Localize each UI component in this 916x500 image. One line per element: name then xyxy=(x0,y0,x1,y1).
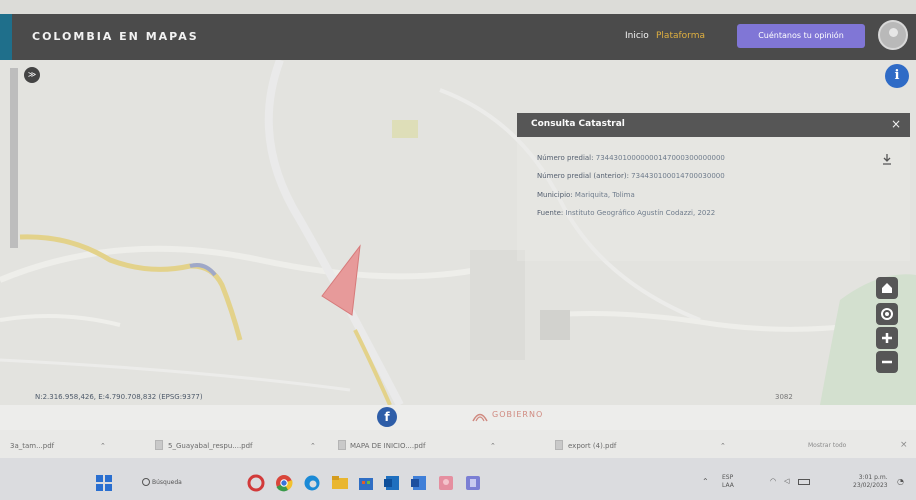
panel-title: Consulta Catastral xyxy=(531,119,625,129)
download-item-chevron[interactable]: ⌃ xyxy=(100,442,106,450)
notification-icon[interactable]: ◔ xyxy=(897,477,904,486)
screen: COLOMBIA EN MAPAS Inicio Plataforma Cuén… xyxy=(0,0,916,500)
panel-row-fuente: Fuente: Instituto Geográfico Agustín Cod… xyxy=(537,209,715,217)
tray-overflow-icon[interactable]: ⌃ xyxy=(702,477,709,486)
clock-date: 23/02/2023 xyxy=(853,482,888,489)
clock-time: 3:01 p.m. xyxy=(858,474,888,481)
brand-stripe xyxy=(0,14,12,60)
panel-row-numero-predial: Número predial: 734430100000001470003000… xyxy=(537,154,725,162)
app-header: COLOMBIA EN MAPAS Inicio Plataforma Cuén… xyxy=(0,14,916,60)
download-item[interactable]: export (4).pdf xyxy=(568,442,616,450)
row-label: Número predial: xyxy=(537,154,594,162)
system-clock[interactable]: 3:01 p.m. 23/02/2023 xyxy=(853,474,888,490)
locate-button[interactable] xyxy=(876,303,898,325)
home-icon xyxy=(882,283,892,293)
edge-icon[interactable] xyxy=(303,474,321,492)
pdf-file-icon xyxy=(155,440,163,450)
plus-icon xyxy=(882,333,892,343)
download-item-chevron[interactable]: ⌃ xyxy=(490,442,496,450)
windows-taskbar xyxy=(0,458,916,500)
download-item[interactable]: 3a_tam...pdf xyxy=(10,442,54,450)
site-footer xyxy=(0,405,916,430)
chrome-icon[interactable] xyxy=(275,474,293,492)
layers-toggle-button[interactable]: ≫ xyxy=(24,67,40,83)
row-value: 73443010000000147000300000000 xyxy=(595,154,725,162)
facebook-icon[interactable]: f xyxy=(377,407,397,427)
download-item-chevron[interactable]: ⌃ xyxy=(310,442,316,450)
lang-line-2: LAA xyxy=(722,482,734,489)
info-button[interactable]: i xyxy=(885,64,909,88)
download-item-chevron[interactable]: ⌃ xyxy=(720,442,726,450)
download-icon[interactable] xyxy=(881,153,893,165)
panel-row-numero-anterior: Número predial (anterior): 7344301000147… xyxy=(537,172,725,180)
file-explorer-icon[interactable] xyxy=(331,474,349,492)
search-icon[interactable] xyxy=(142,478,150,486)
government-logo-text: GOBIERNO xyxy=(492,410,544,419)
nav-plataforma-link[interactable]: Plataforma xyxy=(656,31,705,41)
lang-line-1: ESP xyxy=(722,474,734,481)
panel-header: Consulta Catastral × xyxy=(517,113,910,137)
user-avatar-icon[interactable] xyxy=(878,20,908,50)
cadastral-query-panel: Consulta Catastral × Número predial: 734… xyxy=(517,113,910,261)
battery-icon[interactable] xyxy=(798,479,810,485)
scale-readout: 3082 xyxy=(775,393,793,401)
outlook-icon[interactable] xyxy=(383,474,401,492)
row-value: 734430100014700030000 xyxy=(631,172,725,180)
row-value: Mariquita, Tolima xyxy=(574,191,635,199)
show-all-downloads-link[interactable]: Mostrar todo xyxy=(808,442,846,449)
download-item[interactable]: 5_Guayabal_respu....pdf xyxy=(168,442,253,450)
opera-icon[interactable] xyxy=(247,474,265,492)
photos-icon[interactable] xyxy=(437,474,455,492)
zoom-out-button[interactable] xyxy=(876,351,898,373)
row-label: Fuente: xyxy=(537,209,564,217)
panel-close-button[interactable]: × xyxy=(888,116,904,132)
downloads-close-button[interactable]: × xyxy=(900,440,908,450)
pdf-file-icon xyxy=(338,440,346,450)
brand-title[interactable]: COLOMBIA EN MAPAS xyxy=(32,30,199,43)
pdf-file-icon xyxy=(555,440,563,450)
wifi-icon[interactable]: ◠ xyxy=(770,477,776,485)
nav-inicio-link[interactable]: Inicio xyxy=(625,31,649,41)
coordinates-readout: N:2.316.958,426, E:4.790.708,832 (EPSG:9… xyxy=(35,393,203,401)
panel-row-municipio: Municipio: Mariquita, Tolima xyxy=(537,191,635,199)
locate-icon xyxy=(881,308,893,320)
volume-icon[interactable]: ◁ xyxy=(784,477,789,485)
home-button[interactable] xyxy=(876,277,898,299)
teams-icon[interactable] xyxy=(464,474,482,492)
minus-icon xyxy=(882,360,892,364)
government-logo-icon xyxy=(472,413,488,422)
download-item[interactable]: MAPA DE INICIO....pdf xyxy=(350,442,425,450)
left-scrollbar[interactable] xyxy=(10,68,18,248)
opinion-button[interactable]: Cuéntanos tu opinión xyxy=(737,24,865,48)
zoom-in-button[interactable] xyxy=(876,327,898,349)
downloads-bar xyxy=(0,430,916,458)
row-label: Municipio: xyxy=(537,191,573,199)
word-icon[interactable] xyxy=(410,474,428,492)
row-value: Instituto Geográfico Agustín Codazzi, 20… xyxy=(565,209,716,217)
taskbar-search[interactable]: Búsqueda xyxy=(152,479,182,486)
row-label: Número predial (anterior): xyxy=(537,172,629,180)
keyboard-language[interactable]: ESP LAA xyxy=(722,474,734,490)
store-icon[interactable] xyxy=(357,474,375,492)
windows-start-icon[interactable] xyxy=(95,474,113,492)
